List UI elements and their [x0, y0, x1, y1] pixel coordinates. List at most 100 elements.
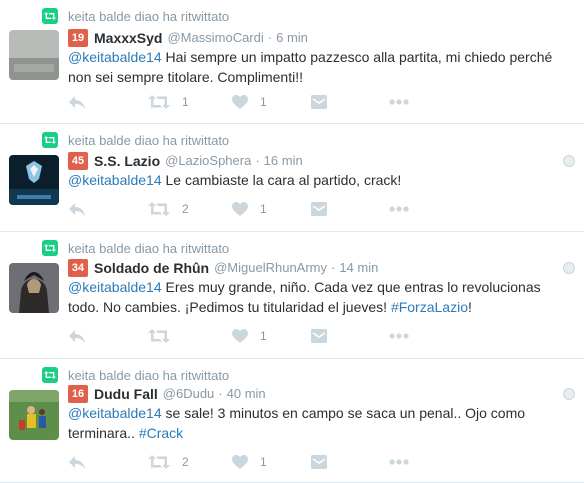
- hashtag-link[interactable]: #Crack: [139, 425, 183, 441]
- separator-dot: ·: [255, 153, 260, 168]
- reply-icon: [68, 454, 86, 470]
- tweet-actions: 2 1: [68, 453, 428, 471]
- more-button[interactable]: [389, 453, 409, 471]
- tweet-item[interactable]: keita balde diao ha ritwittato 16 Dudu F…: [0, 359, 584, 483]
- tweet-timestamp[interactable]: 16 min: [264, 153, 303, 168]
- tweet-header: 16 Dudu Fall @6Dudu · 40 min: [68, 384, 266, 403]
- mention-link[interactable]: @keitabalde14: [68, 279, 162, 295]
- tweet-header: 34 Soldado de Rhûn @MiguelRhunArmy · 14 …: [68, 258, 378, 277]
- mention-link[interactable]: @keitabalde14: [68, 49, 162, 65]
- retweet-icon: [148, 94, 170, 110]
- reply-button[interactable]: [68, 327, 86, 345]
- heart-icon: [232, 201, 248, 217]
- retweet-context: keita balde diao ha ritwittato: [42, 132, 229, 148]
- like-button[interactable]: 1: [232, 93, 267, 111]
- retweet-icon: [148, 454, 170, 470]
- reply-button[interactable]: [68, 453, 86, 471]
- retweet-icon: [148, 201, 170, 217]
- tweet-item[interactable]: keita balde diao ha ritwittato 45 S.S. L…: [0, 124, 584, 232]
- retweet-context-text[interactable]: keita balde diao ha ritwittato: [68, 368, 229, 383]
- tweet-timestamp[interactable]: 40 min: [227, 386, 266, 401]
- soldier-avatar[interactable]: [9, 263, 59, 313]
- direct-message-button[interactable]: [311, 200, 327, 218]
- like-button[interactable]: 1: [232, 327, 267, 345]
- author-handle[interactable]: @6Dudu: [163, 386, 215, 401]
- tweet-text: @keitabalde14 Eres muy grande, niño. Cad…: [68, 277, 568, 317]
- tweet-actions: 1 1: [68, 93, 428, 111]
- retweet-context: keita balde diao ha ritwittato: [42, 8, 229, 24]
- mention-link[interactable]: @keitabalde14: [68, 405, 162, 421]
- retweet-button[interactable]: 2: [148, 200, 189, 218]
- direct-message-button[interactable]: [311, 453, 327, 471]
- separator-dot: ·: [218, 386, 223, 401]
- more-button[interactable]: [389, 327, 409, 345]
- author-name[interactable]: Dudu Fall: [94, 386, 158, 402]
- envelope-icon: [311, 455, 327, 469]
- tweet-text-segment: !: [467, 299, 472, 315]
- football-match-avatar[interactable]: [9, 390, 59, 440]
- globe-icon: [563, 155, 575, 167]
- more-dots-icon: [389, 459, 409, 465]
- author-name[interactable]: S.S. Lazio: [94, 153, 160, 169]
- like-button[interactable]: 1: [232, 453, 267, 471]
- tweet-text: @keitabalde14 se sale! 3 minutos en camp…: [68, 403, 568, 443]
- reply-icon: [68, 201, 86, 217]
- score-badge: 19: [68, 28, 88, 47]
- retweet-button[interactable]: 1: [148, 93, 189, 111]
- author-name[interactable]: MaxxxSyd: [94, 30, 162, 46]
- like-count: 1: [260, 329, 267, 343]
- retweet-button[interactable]: [148, 327, 182, 345]
- retweet-count: 2: [182, 202, 189, 216]
- more-dots-icon: [389, 333, 409, 339]
- more-button[interactable]: [389, 200, 409, 218]
- heart-icon: [232, 328, 248, 344]
- retweet-button[interactable]: 2: [148, 453, 189, 471]
- author-handle[interactable]: @LazioSphera: [165, 153, 251, 168]
- like-count: 1: [260, 202, 267, 216]
- tweet-text-segment: Le cambiaste la cara al partido, crack!: [161, 172, 402, 188]
- direct-message-button[interactable]: [311, 93, 327, 111]
- like-count: 1: [260, 95, 267, 109]
- author-handle[interactable]: @MassimoCardi: [167, 30, 263, 45]
- direct-message-button[interactable]: [311, 327, 327, 345]
- tweet-actions: 1: [68, 327, 428, 345]
- reply-button[interactable]: [68, 200, 86, 218]
- retweet-context: keita balde diao ha ritwittato: [42, 240, 229, 256]
- envelope-icon: [311, 202, 327, 216]
- hashtag-link[interactable]: #ForzaLazio: [391, 299, 468, 315]
- more-button[interactable]: [389, 93, 409, 111]
- reply-button[interactable]: [68, 93, 86, 111]
- tweet-text: @keitabalde14 Le cambiaste la cara al pa…: [68, 170, 568, 190]
- globe-icon: [563, 262, 575, 274]
- retweet-count: 1: [182, 95, 189, 109]
- tweet-timestamp[interactable]: 14 min: [339, 260, 378, 275]
- mention-link[interactable]: @keitabalde14: [68, 172, 162, 188]
- more-dots-icon: [389, 99, 409, 105]
- like-button[interactable]: 1: [232, 200, 267, 218]
- author-name[interactable]: Soldado de Rhûn: [94, 260, 209, 276]
- tweet-item[interactable]: keita balde diao ha ritwittato 34 Soldad…: [0, 232, 584, 359]
- heart-icon: [232, 94, 248, 110]
- lazio-crest-avatar[interactable]: [9, 155, 59, 205]
- retweet-icon: [42, 367, 58, 383]
- retweet-context-text[interactable]: keita balde diao ha ritwittato: [68, 241, 229, 256]
- tweet-header: 19 MaxxxSyd @MassimoCardi · 6 min: [68, 28, 308, 47]
- author-handle[interactable]: @MiguelRhunArmy: [214, 260, 327, 275]
- grey-photo-avatar[interactable]: [9, 30, 59, 80]
- tweet-actions: 2 1: [68, 200, 428, 218]
- score-badge: 16: [68, 384, 88, 403]
- reply-icon: [68, 94, 86, 110]
- tweet-item[interactable]: keita balde diao ha ritwittato 19 MaxxxS…: [0, 0, 584, 124]
- retweet-icon: [42, 8, 58, 24]
- separator-dot: ·: [331, 260, 336, 275]
- retweet-context-text[interactable]: keita balde diao ha ritwittato: [68, 133, 229, 148]
- globe-icon: [563, 388, 575, 400]
- retweet-context-text[interactable]: keita balde diao ha ritwittato: [68, 9, 229, 24]
- score-badge: 34: [68, 258, 88, 277]
- tweet-text: @keitabalde14 Hai sempre un impatto pazz…: [68, 47, 568, 87]
- retweet-icon: [42, 240, 58, 256]
- retweet-context: keita balde diao ha ritwittato: [42, 367, 229, 383]
- envelope-icon: [311, 95, 327, 109]
- tweet-timestamp[interactable]: 6 min: [276, 30, 308, 45]
- like-count: 1: [260, 455, 267, 469]
